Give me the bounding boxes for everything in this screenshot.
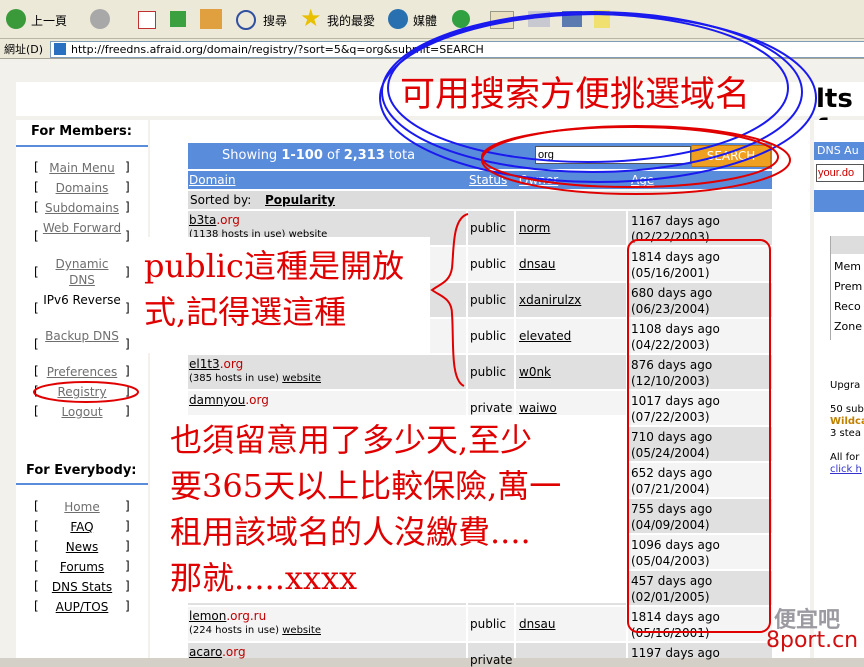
watermark: 便宜吧 8port.cn: [756, 600, 864, 658]
public-brace: [430, 213, 469, 387]
annotation-marks: [33, 11, 817, 633]
age-column-highlight: [627, 239, 771, 633]
registry-circle: [33, 381, 139, 403]
blue-scribble-circle: [379, 11, 817, 183]
watermark-site: 8port.cn: [766, 628, 859, 653]
